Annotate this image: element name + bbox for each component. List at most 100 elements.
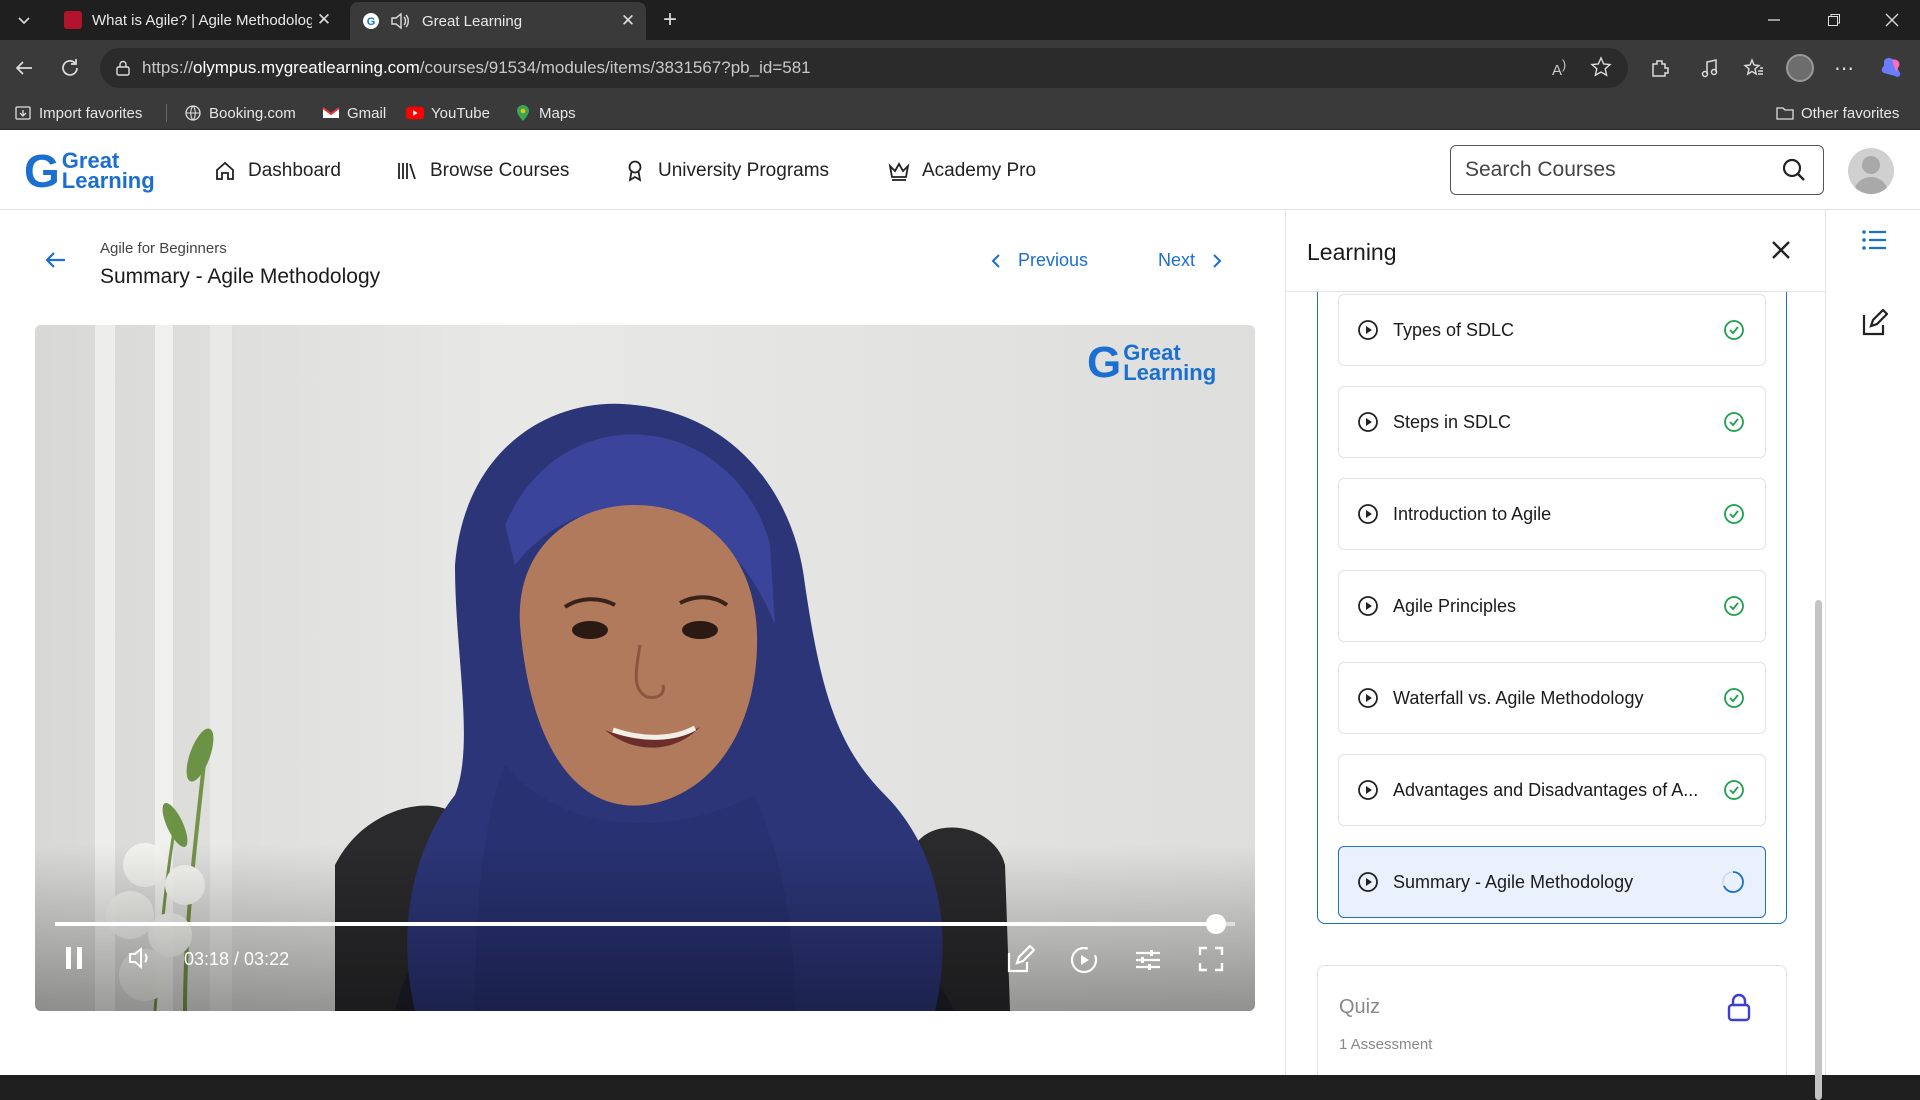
lesson-title: Summary - Agile Methodology <box>100 265 381 288</box>
nav-label: Dashboard <box>248 160 341 181</box>
favorite-star-icon[interactable] <box>1590 56 1612 83</box>
search-icon[interactable] <box>1781 157 1807 183</box>
module-item[interactable]: Advantages and Disadvantages of A... <box>1338 754 1766 826</box>
nav-academy-pro[interactable]: Academy Pro <box>888 156 1036 186</box>
fav-youtube[interactable]: YouTube <box>406 102 490 124</box>
site-header: G Great Learning Dashboard Browse Course… <box>0 130 1920 210</box>
nav-label: Academy Pro <box>922 160 1037 181</box>
copilot-icon[interactable] <box>1876 52 1908 84</box>
nav-browse-courses[interactable]: Browse Courses <box>396 156 569 186</box>
fav-import-favorites[interactable]: Import favorites <box>14 102 142 124</box>
tab-title: What is Agile? | Agile Methodolog <box>92 11 312 29</box>
restore-icon[interactable] <box>1806 0 1862 40</box>
close-window-icon[interactable] <box>1864 0 1920 40</box>
fav-label: Other favorites <box>1801 104 1900 122</box>
completed-check-icon <box>1723 595 1745 617</box>
fav-maps[interactable]: Maps <box>514 102 576 124</box>
refresh-icon[interactable] <box>54 52 86 84</box>
note-edit-icon[interactable] <box>1005 945 1035 975</box>
nav-dashboard[interactable]: Dashboard <box>214 156 341 186</box>
profile-avatar-icon[interactable] <box>1784 52 1816 84</box>
minimize-icon[interactable] <box>1746 0 1802 40</box>
sidebar-scrollbar[interactable] <box>1815 600 1822 1100</box>
browser-tab-bar: What is Agile? | Agile Methodolog ✕ G Gr… <box>0 0 1920 40</box>
more-options-icon[interactable]: ⋯ <box>1828 52 1860 84</box>
pause-icon[interactable] <box>63 945 85 971</box>
learning-sidebar: Learning Types of SDLC Steps in SDLC Intro… <box>1285 210 1826 1100</box>
play-circle-icon <box>1357 319 1379 341</box>
logo-g-icon: G <box>24 145 60 197</box>
tab-list-chevron-icon[interactable] <box>0 0 48 40</box>
completed-check-icon <box>1723 503 1745 525</box>
url-field[interactable]: https://olympus.mygreatlearning.com/cour… <box>100 48 1628 88</box>
close-tab-icon[interactable]: ✕ <box>312 10 336 30</box>
module-item-list: Types of SDLC Steps in SDLC Introduction t… <box>1317 292 1787 924</box>
chevron-right-icon <box>1211 253 1223 269</box>
sidebar-header: Learning <box>1286 210 1826 292</box>
gmail-icon <box>322 104 340 122</box>
previous-button[interactable]: Previous <box>990 250 1088 271</box>
play-circle-icon <box>1357 779 1379 801</box>
address-bar-row: https://olympus.mygreatlearning.com/cour… <box>0 40 1920 96</box>
play-circle-icon <box>1357 503 1379 525</box>
nav-university-programs[interactable]: University Programs <box>624 156 829 186</box>
favorites-icon[interactable] <box>1738 52 1770 84</box>
progress-handle[interactable] <box>1206 914 1227 934</box>
video-player[interactable]: G Great Learning 03:18 / 03:22 <box>35 325 1255 1011</box>
video-progress-bar[interactable] <box>55 914 1235 934</box>
favorites-bar: Import favorites Booking.com Gmail YouTu… <box>0 96 1920 130</box>
back-arrow-icon[interactable] <box>44 248 68 277</box>
course-breadcrumb[interactable]: Agile for Beginners <box>100 240 227 257</box>
module-item[interactable]: Types of SDLC <box>1338 294 1766 366</box>
fullscreen-icon[interactable] <box>1197 945 1225 973</box>
close-sidebar-icon[interactable] <box>1771 240 1791 265</box>
settings-sliders-icon[interactable] <box>1133 945 1163 975</box>
quiz-card[interactable]: Quiz 1 Assessment <box>1317 965 1787 1075</box>
in-progress-spinner-icon <box>1721 870 1745 894</box>
volume-icon[interactable] <box>127 945 155 971</box>
module-item[interactable]: Waterfall vs. Agile Methodology <box>1338 662 1766 734</box>
progress-fill <box>55 922 1217 926</box>
tab-youtube[interactable]: What is Agile? | Agile Methodolog ✕ <box>52 4 342 36</box>
extensions-icon[interactable] <box>1644 52 1676 84</box>
fav-label: Booking.com <box>209 104 296 122</box>
next-button[interactable]: Next <box>1158 250 1223 271</box>
great-learning-logo[interactable]: G Great Learning <box>24 148 155 194</box>
media-icon[interactable] <box>1694 52 1726 84</box>
notes-edit-icon[interactable] <box>1856 305 1892 341</box>
right-tool-rail <box>1825 210 1920 1075</box>
fav-other-favorites[interactable]: Other favorites <box>1776 102 1899 124</box>
speaker-icon[interactable] <box>390 12 410 30</box>
new-tab-icon[interactable]: + <box>652 0 688 40</box>
module-item-label: Waterfall vs. Agile Methodology <box>1393 687 1644 708</box>
fav-gmail[interactable]: Gmail <box>322 102 386 124</box>
globe-icon <box>184 104 202 122</box>
video-watermark-logo: G Great Learning <box>1087 341 1216 385</box>
nav-label: Browse Courses <box>430 160 570 181</box>
fav-booking[interactable]: Booking.com <box>184 102 296 124</box>
module-item[interactable]: Summary - Agile Methodology <box>1338 846 1766 918</box>
tab-great-learning[interactable]: G Great Learning ✕ <box>350 2 646 40</box>
play-circle-icon <box>1357 595 1379 617</box>
library-icon <box>396 160 418 182</box>
import-icon <box>14 104 32 122</box>
read-aloud-icon[interactable]: A) <box>1552 58 1566 79</box>
list-view-icon[interactable] <box>1856 222 1892 258</box>
module-item[interactable]: Steps in SDLC <box>1338 386 1766 458</box>
sidebar-title: Learning <box>1307 239 1397 265</box>
user-avatar[interactable] <box>1848 148 1894 194</box>
search-courses-input[interactable]: Search Courses <box>1450 145 1824 195</box>
previous-label: Previous <box>1018 250 1089 270</box>
maps-pin-icon <box>514 104 532 122</box>
svg-text:G: G <box>367 16 376 28</box>
play-circle-icon <box>1357 687 1379 709</box>
module-item[interactable]: Introduction to Agile <box>1338 478 1766 550</box>
home-icon <box>214 160 236 182</box>
playback-speed-icon[interactable] <box>1069 945 1099 975</box>
close-tab-icon[interactable]: ✕ <box>616 11 640 31</box>
site-info-icon[interactable] <box>114 59 132 82</box>
module-item[interactable]: Agile Principles <box>1338 570 1766 642</box>
video-time: 03:18 / 03:22 <box>184 949 290 969</box>
play-circle-icon <box>1357 411 1379 433</box>
back-icon[interactable] <box>8 52 40 84</box>
